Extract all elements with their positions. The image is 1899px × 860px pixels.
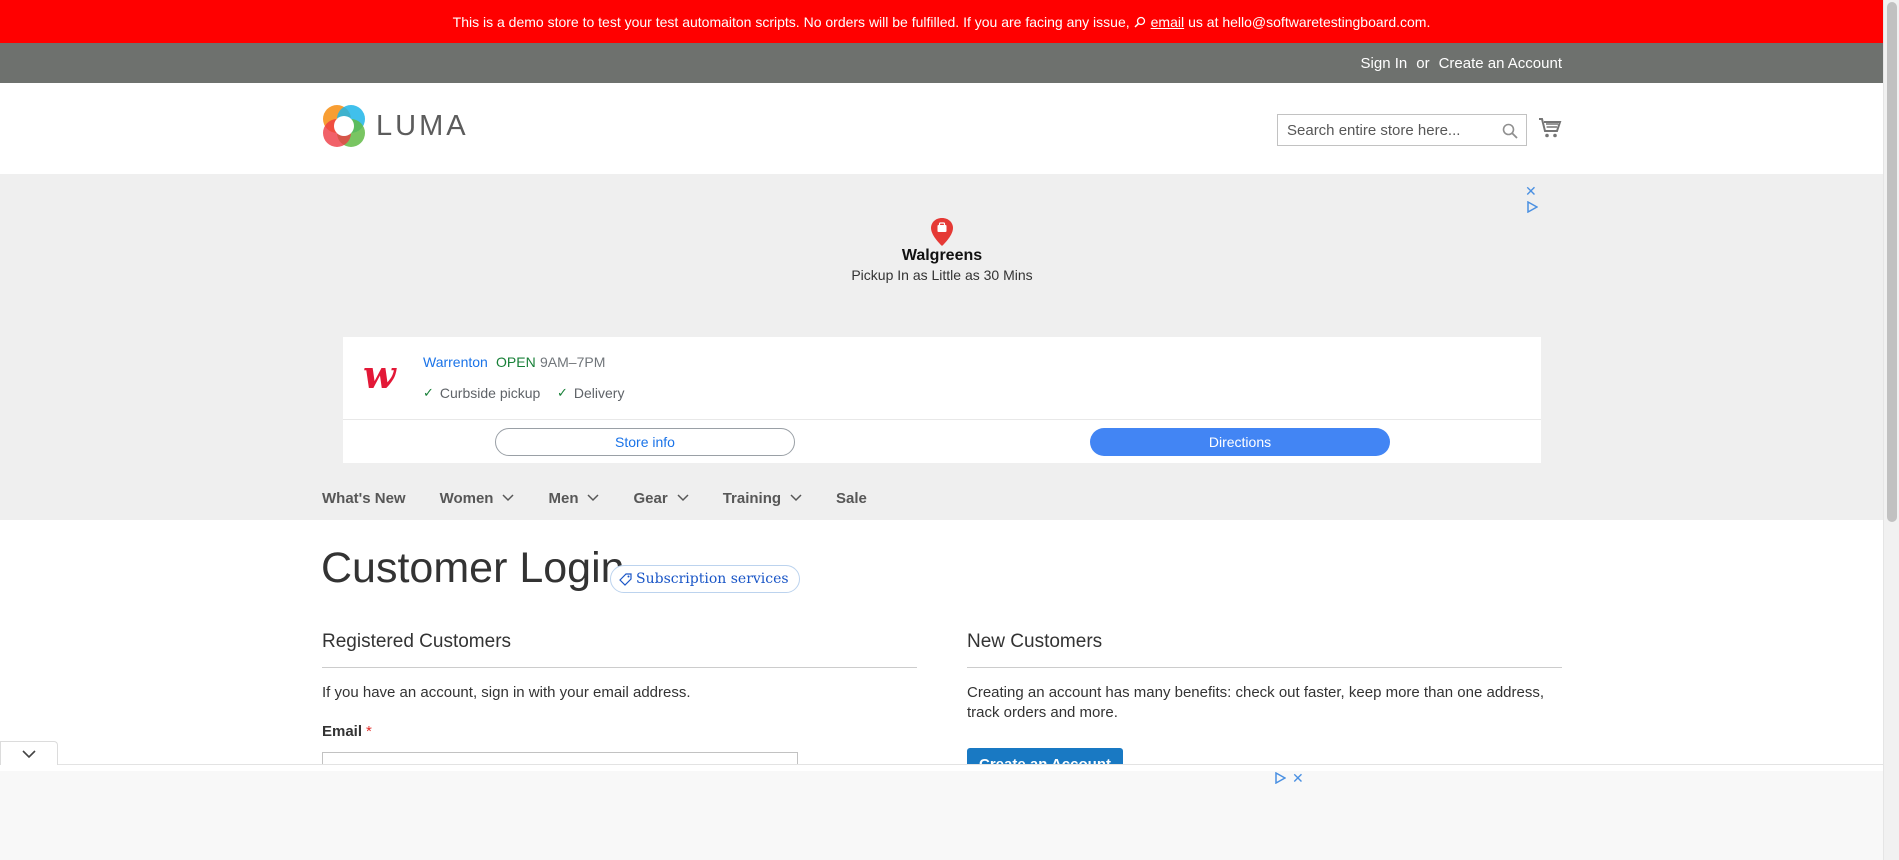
main-nav: What's New Women Men Gear Training Sale	[322, 480, 901, 516]
store-info-button[interactable]: Store info	[495, 428, 795, 456]
subscription-badge[interactable]: Subscription services	[610, 565, 800, 593]
chevron-down-icon	[790, 494, 802, 502]
directions-button[interactable]: Directions	[1090, 428, 1390, 456]
nav-label: Sale	[836, 489, 867, 507]
section-divider	[322, 667, 917, 668]
search-icon[interactable]	[1502, 123, 1518, 139]
page: This is a demo store to test your test a…	[0, 0, 1883, 860]
close-icon[interactable]: ✕	[1292, 770, 1304, 787]
nav-training[interactable]: Training	[723, 490, 802, 507]
nav-label: What's New	[322, 489, 406, 507]
ad-store-card: w Warrenton OPEN 9AM–7PM ✓ Curbside pick…	[343, 337, 1541, 463]
store-status: OPEN	[496, 354, 536, 370]
scrollbar-thumb[interactable]	[1887, 2, 1897, 522]
nav-sale[interactable]: Sale	[836, 490, 867, 507]
header-panel: Sign In or Create an Account	[0, 43, 1883, 83]
bottom-ad-area	[0, 771, 1883, 860]
search-input[interactable]	[1278, 116, 1493, 144]
ad-close-icon[interactable]: ✕	[1525, 184, 1537, 198]
notice-text: This is a demo store to test your test a…	[452, 13, 1130, 30]
section-divider	[967, 667, 1562, 668]
collapse-ad-button[interactable]	[0, 741, 58, 765]
registered-customers-heading: Registered Customers	[322, 631, 512, 652]
notice-text-end: us at hello@softwaretestingboard.com.	[1188, 13, 1431, 30]
luma-logo-icon	[323, 105, 365, 147]
chevron-down-icon	[587, 494, 600, 502]
ad-brand-name: Walgreens	[901, 247, 983, 264]
create-account-link[interactable]: Create an Account	[1439, 55, 1562, 72]
bottom-ad[interactable]	[0, 764, 1883, 860]
chevron-down-icon	[22, 749, 36, 758]
feature-label: Delivery	[573, 385, 625, 401]
chevron-down-icon	[502, 494, 515, 502]
new-customers-heading: New Customers	[967, 631, 1103, 652]
check-icon: ✓	[557, 385, 568, 400]
required-mark: *	[366, 723, 372, 740]
demo-notice-bar: This is a demo store to test your test a…	[0, 0, 1883, 43]
nav-women[interactable]: Women	[440, 490, 515, 507]
nav-label: Gear	[633, 489, 668, 507]
email-link[interactable]: email	[1151, 14, 1184, 30]
logo-text: LUMA	[376, 109, 469, 142]
card-divider	[343, 419, 1541, 420]
nav-label: Men	[548, 489, 579, 507]
store-logo[interactable]: LUMA	[322, 104, 469, 148]
chevron-down-icon	[677, 494, 689, 502]
page-title: Customer Login	[321, 544, 625, 592]
ad-choices-icon[interactable]	[1274, 772, 1286, 784]
badge-label: Subscription services	[636, 571, 789, 587]
ad-choices-icon[interactable]	[1526, 201, 1538, 213]
check-icon: ✓	[423, 385, 434, 400]
tag-icon	[619, 572, 632, 586]
new-customers-text-line2: track orders and more.	[967, 704, 1118, 721]
search-box	[1277, 114, 1527, 146]
cart-icon[interactable]	[1538, 116, 1562, 140]
feature-curbside: ✓ Curbside pickup	[423, 385, 540, 401]
registered-text: If you have an account, sign in with you…	[322, 684, 691, 701]
header-links: Sign In or Create an Account	[1361, 43, 1562, 83]
map-pin-icon	[931, 218, 953, 246]
store-hours: 9AM–7PM	[540, 354, 606, 370]
nav-gear[interactable]: Gear	[633, 489, 689, 507]
magnifier-icon	[1134, 16, 1145, 28]
store-city[interactable]: Warrenton	[423, 354, 488, 370]
nav-whats-new[interactable]: What's New	[322, 490, 406, 507]
ad-tagline: Pickup In as Little as 30 Mins	[851, 267, 1033, 283]
feature-delivery: ✓ Delivery	[557, 385, 624, 401]
email-label-text: Email	[322, 723, 363, 740]
sign-in-link[interactable]: Sign In	[1361, 55, 1408, 72]
nav-label: Training	[722, 489, 782, 507]
page-scrollbar[interactable]	[1883, 0, 1899, 860]
or-separator: or	[1416, 54, 1430, 72]
walgreens-logo: w	[363, 352, 396, 397]
nav-men[interactable]: Men	[548, 489, 600, 507]
nav-label: Women	[439, 489, 494, 507]
feature-label: Curbside pickup	[439, 385, 541, 401]
email-label: Email *	[322, 723, 372, 740]
new-customers-text-line1: Creating an account has many benefits: c…	[967, 684, 1545, 701]
